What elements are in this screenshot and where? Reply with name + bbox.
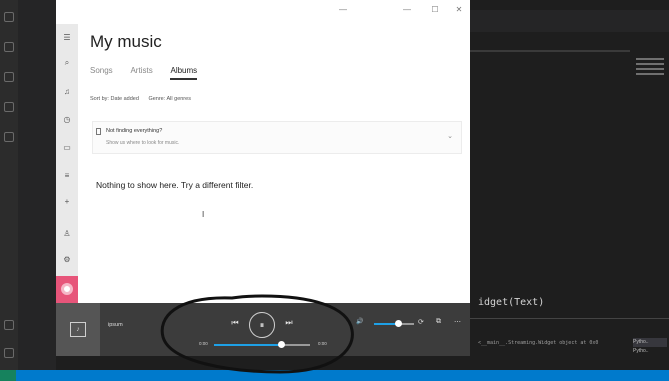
terminal-output: <__main__.Streaming.Widget object at 0x0 (478, 340, 599, 346)
play-pause-button[interactable]: ⏸ (249, 312, 275, 338)
minimize-button[interactable]: — (400, 5, 414, 14)
explorer-icon[interactable] (4, 12, 14, 22)
time-elapsed: 0:00 (199, 341, 208, 346)
debug-icon[interactable] (4, 102, 14, 112)
source-control-icon[interactable] (4, 72, 14, 82)
repeat-icon[interactable]: ⟳ (418, 318, 424, 326)
vscode-activity-bar (0, 0, 18, 370)
profile-button[interactable] (56, 276, 78, 303)
avatar (61, 283, 73, 295)
panel-divider (470, 318, 669, 319)
seek-progress (214, 344, 282, 346)
banner-link[interactable]: Show us where to look for music. (106, 140, 179, 146)
chevron-down-icon[interactable]: ⌄ (447, 132, 453, 140)
settings-icon[interactable]: ⚙ (61, 254, 73, 266)
vscode-sidebar (18, 0, 56, 370)
genre-dropdown[interactable]: Genre: All genres (148, 96, 191, 102)
maximize-button[interactable]: ☐ (428, 5, 442, 14)
seek-slider[interactable] (214, 341, 310, 348)
mouse-cursor-icon: Ι (202, 210, 205, 219)
terminal-list-item[interactable]: Pytho.. (633, 347, 667, 356)
miniview-icon[interactable]: ⧉ (436, 318, 441, 326)
search-icon[interactable] (4, 42, 14, 52)
account-icon[interactable] (4, 320, 14, 330)
tab-artists[interactable]: Artists (130, 66, 152, 75)
now-playing-icon[interactable]: ▭ (61, 142, 73, 154)
recent-icon[interactable]: ◷ (61, 114, 73, 126)
search-icon[interactable]: ⌕ (61, 57, 73, 69)
vscode-minimap[interactable] (636, 55, 664, 85)
person-icon[interactable]: ♙ (61, 228, 73, 240)
document-icon (96, 128, 101, 135)
extensions-icon[interactable] (4, 132, 14, 142)
track-title[interactable]: ipsum (108, 322, 123, 328)
title-bar: — — ☐ ✕ (56, 0, 470, 24)
vscode-status-bar (0, 370, 669, 381)
music-note-icon[interactable]: ♫ (61, 86, 73, 98)
volume-slider[interactable] (374, 320, 414, 327)
editor-code-line: idget(Text) (478, 297, 545, 308)
playlist-icon[interactable]: ≡ (61, 170, 73, 182)
player-bar: ♪ ipsum ⏮ ⏸ ⏭ 0:00 0:00 🔊 ⟳ ⧉ ⋯ (56, 303, 470, 356)
next-button[interactable]: ⏭ (282, 318, 296, 328)
add-icon[interactable]: + (61, 196, 73, 208)
vscode-tab-bar (470, 10, 669, 32)
screen: idget(Text) <__main__.Streaming.Widget o… (0, 0, 669, 381)
nav-rail: ☰ ⌕ ♫ ◷ ▭ ≡ + ♙ ⚙ (56, 24, 78, 303)
terminal-list-item[interactable]: Pytho.. (633, 338, 667, 347)
time-total: 0:00 (318, 341, 327, 346)
album-art-icon: ♪ (70, 322, 86, 337)
more-icon[interactable]: ⋯ (454, 318, 461, 326)
tab-songs[interactable]: Songs (90, 66, 113, 75)
filter-bar: Sort by: Date added Genre: All genres (90, 96, 199, 102)
close-button[interactable]: ✕ (452, 5, 466, 14)
remote-indicator[interactable] (0, 370, 16, 381)
terminal-list: Pytho.. Pytho.. (633, 338, 667, 356)
tab-bar: Songs Artists Albums (90, 66, 213, 80)
editor-divider (470, 50, 630, 52)
volume-thumb[interactable] (395, 320, 402, 327)
manage-icon[interactable] (4, 348, 14, 358)
page-title: My music (90, 32, 162, 51)
hamburger-icon[interactable]: ☰ (61, 32, 73, 44)
seek-thumb[interactable] (278, 341, 286, 348)
banner-heading: Not finding everything? (106, 128, 163, 134)
find-music-banner[interactable]: Not finding everything? Show us where to… (92, 121, 462, 154)
previous-button[interactable]: ⏮ (228, 318, 242, 328)
empty-state-message: Nothing to show here. Try a different fi… (96, 180, 254, 190)
sort-dropdown[interactable]: Sort by: Date added (90, 96, 139, 102)
tab-albums[interactable]: Albums (170, 66, 198, 80)
album-art[interactable]: ♪ (56, 303, 100, 356)
volume-icon[interactable]: 🔊 (356, 318, 363, 325)
minimize-icon[interactable]: — (336, 5, 350, 14)
